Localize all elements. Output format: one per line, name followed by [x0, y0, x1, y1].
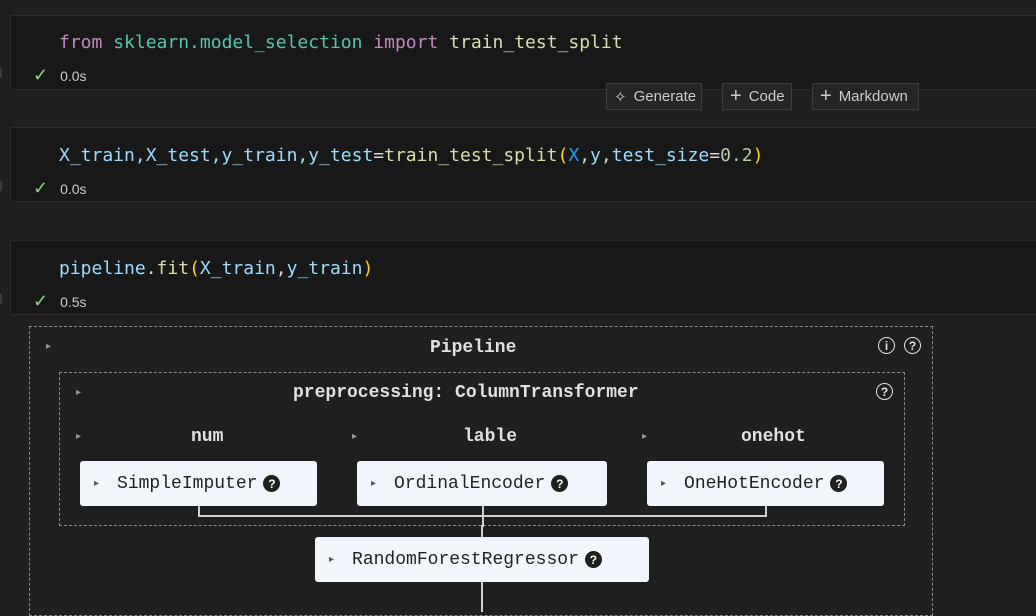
keyword-from: from [59, 32, 103, 53]
arg-x: X [568, 145, 580, 166]
cell-2-status: ✓ 0.0s [33, 178, 87, 199]
pipeline-title[interactable]: Pipeline [430, 338, 516, 358]
expand-preprocessing-toggle[interactable]: ▸ [76, 387, 81, 399]
markdown-label: Markdown [838, 88, 908, 105]
expand-icon: ▸ [371, 478, 377, 490]
dot: . [145, 258, 157, 279]
add-markdown-button[interactable]: + Markdown [812, 83, 919, 110]
cell-2-code[interactable]: X_train,X_test,y_train,y_test=train_test… [59, 145, 763, 166]
paren: ( [189, 258, 200, 279]
code-cell-2[interactable]: X_train,X_test,y_train,y_test=train_test… [10, 127, 1036, 202]
method-name: fit [156, 258, 190, 279]
comma: , [579, 145, 591, 166]
estimator-label: OrdinalEncoder [394, 473, 546, 494]
gutter-marker [0, 294, 2, 304]
paren: ) [752, 145, 764, 166]
expand-lable-toggle[interactable]: ▸ [352, 431, 357, 443]
generate-label: Generate [633, 88, 697, 105]
expand-icon: ▸ [661, 478, 667, 490]
pipeline-diagram: ▸ Pipeline i ? ▸ preprocessing: ColumnTr… [29, 326, 933, 616]
arg-y-train: y_train [286, 258, 363, 279]
expand-icon: ▸ [329, 554, 335, 566]
plus-icon: + [730, 85, 742, 107]
add-code-button[interactable]: + Code [722, 83, 792, 110]
cell-1-status: ✓ 0.0s [33, 65, 87, 86]
paren: ( [557, 145, 569, 166]
sparkle-icon: ✧ [614, 88, 627, 106]
function-name: train_test_split [384, 145, 558, 166]
plus-icon: + [820, 85, 832, 107]
expand-num-toggle[interactable]: ▸ [76, 431, 81, 443]
comma: , [600, 145, 612, 166]
cell-1-exec-time: 0.0s [60, 68, 87, 84]
estimator-label: OneHotEncoder [684, 473, 825, 494]
code-label: Code [748, 88, 785, 105]
help-icon[interactable]: ? [551, 475, 569, 492]
operator: = [709, 145, 721, 166]
cell-3-status: ✓ 0.5s [33, 291, 87, 312]
kwarg-name: test_size [611, 145, 710, 166]
cell-3-code[interactable]: pipeline.fit(X_train,y_train) [59, 258, 373, 279]
object-name: pipeline [59, 258, 146, 279]
info-icon[interactable]: i [878, 337, 895, 354]
help-icon[interactable]: ? [263, 475, 281, 492]
check-icon: ✓ [33, 291, 49, 311]
cell-1-code[interactable]: from sklearn.model_selection import trai… [59, 32, 623, 53]
expand-onehot-toggle[interactable]: ▸ [642, 431, 647, 443]
estimator-label: RandomForestRegressor [352, 549, 579, 570]
estimator-label: SimpleImputer [117, 473, 258, 494]
code-cell-3[interactable]: pipeline.fit(X_train,y_train) ✓ 0.5s [10, 240, 1036, 315]
code-cell-1[interactable]: from sklearn.model_selection import trai… [10, 15, 1036, 90]
gutter-marker [0, 181, 2, 191]
gutter-marker [0, 68, 2, 78]
preprocessing-title[interactable]: preprocessing: ColumnTransformer [293, 383, 639, 403]
imported-name: train_test_split [449, 32, 623, 53]
branch-label-num[interactable]: num [191, 427, 223, 447]
module-name: sklearn.model_selection [113, 32, 363, 53]
cell-2-exec-time: 0.0s [60, 181, 87, 197]
estimator-random-forest[interactable]: ▸ RandomForestRegressor ? [315, 537, 649, 582]
connector-line [481, 525, 483, 537]
paren: ) [362, 258, 374, 279]
cell-3-exec-time: 0.5s [60, 294, 87, 310]
comma: , [275, 258, 287, 279]
help-icon[interactable]: ? [876, 383, 893, 400]
operator: = [373, 145, 385, 166]
check-icon: ✓ [33, 178, 49, 198]
kwarg-value: 0.2 [720, 145, 753, 166]
column-transformer-box: ▸ preprocessing: ColumnTransformer ? ▸ n… [59, 372, 905, 527]
connector-line [481, 582, 483, 612]
estimator-simple-imputer[interactable]: ▸ SimpleImputer ? [80, 461, 317, 506]
check-icon: ✓ [33, 65, 49, 85]
help-icon[interactable]: ? [830, 475, 848, 492]
help-icon[interactable]: ? [904, 337, 921, 354]
connector-line [482, 505, 484, 527]
arg-x-train: X_train [199, 258, 276, 279]
keyword-import: import [373, 32, 439, 53]
branch-label-lable[interactable]: lable [463, 427, 517, 447]
estimator-ordinal-encoder[interactable]: ▸ OrdinalEncoder ? [357, 461, 607, 506]
estimator-onehot-encoder[interactable]: ▸ OneHotEncoder ? [647, 461, 884, 506]
arg-y: y [590, 145, 601, 166]
expand-pipeline-toggle[interactable]: ▸ [46, 341, 51, 353]
branch-label-onehot[interactable]: onehot [741, 427, 806, 447]
generate-button[interactable]: ✧ Generate [606, 83, 702, 110]
expand-icon: ▸ [94, 478, 100, 490]
assignment-targets: X_train,X_test,y_train,y_test [59, 145, 374, 166]
help-icon[interactable]: ? [584, 551, 602, 568]
